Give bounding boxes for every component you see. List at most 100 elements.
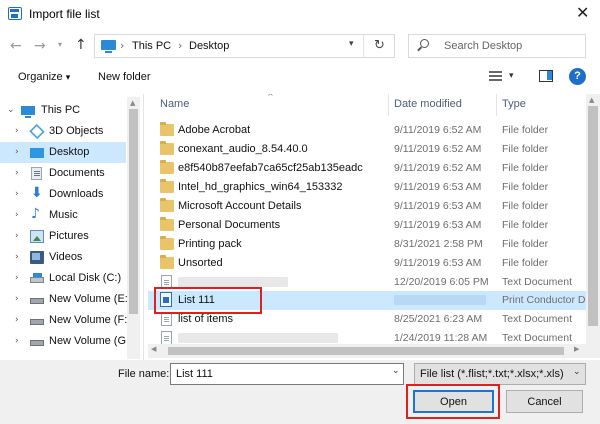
sidebar-item-pictures[interactable]: › Pictures [0,226,126,247]
folder-icon [160,141,174,155]
recent-locations-chevron-icon[interactable]: ▾ [58,40,62,49]
redacted-file-date [394,295,486,305]
sidebar-item-3d-objects[interactable]: › 3D Objects [0,121,126,142]
file-row[interactable]: e8f540b87eefab7ca65cf25ab135eadc 9/11/20… [148,159,586,178]
computer-icon [101,40,116,53]
file-list-scrollbar-thumb[interactable] [588,106,598,326]
file-name: list of items [178,313,234,325]
breadcrumb-chevron-icon[interactable]: › [120,39,124,52]
view-dropdown-chevron-icon[interactable]: ▾ [509,71,514,81]
file-row[interactable]: Printing pack 8/31/2021 2:58 PM File fol… [148,235,586,254]
file-name-input[interactable] [170,363,404,385]
sidebar-item-desktop[interactable]: › Desktop [0,142,126,163]
address-dropdown-chevron-icon[interactable]: ▾ [349,39,354,49]
file-type: Text Document [502,276,573,288]
chevron-right-icon[interactable]: › [15,168,19,178]
file-date: 9/11/2019 6:53 AM [394,219,482,231]
chevron-right-icon[interactable]: › [15,231,19,241]
column-divider[interactable] [496,94,497,116]
sidebar-item-new-volume-e[interactable]: › New Volume (E:) [0,289,132,310]
chevron-down-icon[interactable]: ⌄ [7,105,15,115]
close-icon[interactable]: ✕ [576,3,589,22]
search-input[interactable]: Search Desktop [444,40,522,52]
file-type-filter-select[interactable]: File list (*.flist;*.txt;*.xlsx;*.xls) ⌄ [414,363,586,385]
sidebar-item-label: Desktop [49,146,90,158]
sidebar-item-this-pc[interactable]: ⌄ This PC [0,100,126,121]
chevron-right-icon[interactable]: › [15,252,19,262]
forward-arrow-icon[interactable]: → [34,38,46,54]
column-header-date-modified[interactable]: Date modified [394,98,462,110]
sidebar-item-label: Downloads [49,188,104,200]
help-icon[interactable]: ? [569,68,586,85]
sidebar-item-downloads[interactable]: › ⬇ Downloads [0,184,126,205]
address-bar[interactable]: › This PC › Desktop ▾ ↻ [94,34,395,58]
download-icon: ⬇ [31,185,43,201]
scroll-up-arrow-icon[interactable]: ▲ [130,99,135,107]
file-name: Personal Documents [178,219,281,231]
horizontal-scrollbar-thumb[interactable] [168,347,564,355]
sidebar-item-label: Pictures [49,230,89,242]
file-list: ^ Name Date modified Type Adobe Acrobat … [148,94,586,358]
breadcrumb-desktop[interactable]: Desktop [189,40,229,52]
file-row[interactable]: Adobe Acrobat 9/11/2019 6:52 AM File fol… [148,121,586,140]
folder-icon [160,217,174,231]
window-title: Import file list [29,7,100,21]
redacted-file-name [178,333,338,343]
breadcrumb-chevron-icon[interactable]: › [178,39,182,52]
folder-icon [160,255,174,269]
back-arrow-icon[interactable]: ← [10,38,22,54]
file-name-dropdown-chevron-icon[interactable]: ⌄ [392,366,400,376]
chevron-right-icon[interactable]: › [15,210,19,220]
chevron-right-icon[interactable]: › [15,315,19,325]
view-options-icon[interactable] [489,71,502,82]
file-name: conexant_audio_8.54.40.0 [178,143,308,155]
file-row[interactable]: conexant_audio_8.54.40.0 9/11/2019 6:52 … [148,140,586,159]
file-date: 9/11/2019 6:53 AM [394,200,482,212]
breadcrumb-this-pc[interactable]: This PC [132,40,171,52]
preview-pane-icon[interactable] [539,70,553,82]
sidebar-item-new-volume-g[interactable]: › New Volume (G: [0,331,129,352]
sidebar-item-label: Videos [49,251,83,263]
file-date: 12/20/2019 6:05 PM [394,276,489,288]
column-header-name[interactable]: Name [160,98,189,110]
scroll-right-arrow-icon[interactable]: ▶ [574,345,579,353]
up-arrow-icon[interactable]: ↑ [75,37,87,53]
scroll-up-arrow-icon[interactable]: ▲ [589,96,594,104]
chevron-right-icon[interactable]: › [15,294,19,304]
chevron-right-icon[interactable]: › [15,189,19,199]
sidebar-item-videos[interactable]: › Videos [0,247,126,268]
folder-icon [160,122,174,136]
refresh-icon[interactable]: ↻ [374,38,385,53]
chevron-right-icon[interactable]: › [15,147,19,157]
scroll-left-arrow-icon[interactable]: ◀ [151,345,156,353]
column-header-type[interactable]: Type [502,98,526,110]
redacted-file-name [178,277,288,287]
sidebar-item-label: Music [49,209,78,221]
sidebar-item-new-volume-f[interactable]: › New Volume (F:) [0,310,131,331]
sidebar-item-music[interactable]: › ♪ Music [0,205,126,226]
chevron-right-icon[interactable]: › [15,336,19,346]
sidebar-scrollbar-thumb[interactable] [129,109,138,314]
organize-button[interactable]: Organize ▾ [18,71,70,83]
file-date: 8/25/2021 6:23 AM [394,313,483,325]
new-folder-button[interactable]: New folder [98,71,151,83]
file-type-filter-value: File list (*.flist;*.txt;*.xlsx;*.xls) [420,368,564,380]
file-row[interactable]: Unsorted 9/11/2019 6:53 AM File folder [148,254,586,273]
video-icon [30,251,44,264]
pane-divider[interactable] [143,94,144,360]
search-box[interactable]: Search Desktop [408,34,586,58]
file-date: 9/11/2019 6:52 AM [394,124,482,136]
chevron-right-icon[interactable]: › [15,273,19,283]
file-date: 1/24/2019 11:28 AM [394,332,488,344]
sidebar-item-local-disk-c[interactable]: › Local Disk (C:) [0,268,126,289]
file-row[interactable]: Personal Documents 9/11/2019 6:53 AM Fil… [148,216,586,235]
cancel-button[interactable]: Cancel [506,390,583,413]
highlight-box-selected-file [154,287,262,314]
chevron-right-icon[interactable]: › [15,126,19,136]
file-row[interactable]: Microsoft Account Details 9/11/2019 6:53… [148,197,586,216]
column-divider[interactable] [388,94,389,116]
sidebar-item-documents[interactable]: › Documents [0,163,126,184]
drive-icon [30,340,44,346]
file-row[interactable]: Intel_hd_graphics_win64_153332 9/11/2019… [148,178,586,197]
file-name: Printing pack [178,238,242,250]
